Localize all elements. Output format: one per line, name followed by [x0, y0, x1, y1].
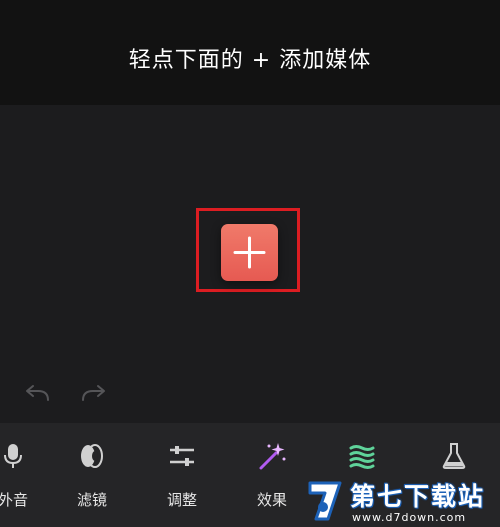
- tool-voiceover[interactable]: 外音: [0, 423, 48, 527]
- tool-filter[interactable]: 滤镜: [57, 423, 127, 527]
- tool-effects[interactable]: 效果: [237, 423, 307, 527]
- plus-icon: [233, 236, 266, 269]
- tool-label-effects: 效果: [256, 491, 287, 509]
- add-media-hint: 轻点下面的 + 添加媒体: [128, 48, 372, 73]
- filter-icon: [81, 444, 103, 468]
- tool-label-voiceover: 外音: [0, 491, 28, 509]
- tool-label-adjust: 调整: [166, 491, 197, 509]
- audio-wave-icon: [349, 445, 375, 469]
- watermark-title: 第七下载站: [350, 482, 486, 511]
- site-watermark: 第七下载站 www.d7down.com: [300, 475, 500, 527]
- watermark-url: www.d7down.com: [352, 511, 467, 524]
- editor-screen: 轻点下面的 + 添加媒体 外音 滤镜 调整 效果 第七下载站 www.d7dow…: [0, 0, 500, 527]
- tool-label-filter: 滤镜: [76, 491, 107, 509]
- microphone-icon: [4, 444, 22, 468]
- top-hint-bar: 轻点下面的 + 添加媒体: [0, 0, 500, 105]
- site-logo-icon: [308, 481, 342, 521]
- tool-adjust[interactable]: 调整: [147, 423, 217, 527]
- undo-arrow-icon[interactable]: [22, 383, 52, 405]
- add-media-button[interactable]: [221, 224, 278, 281]
- flask-icon: [442, 443, 466, 469]
- magic-wand-icon: [259, 443, 286, 470]
- redo-arrow-icon[interactable]: [79, 383, 109, 405]
- sliders-icon: [170, 446, 194, 466]
